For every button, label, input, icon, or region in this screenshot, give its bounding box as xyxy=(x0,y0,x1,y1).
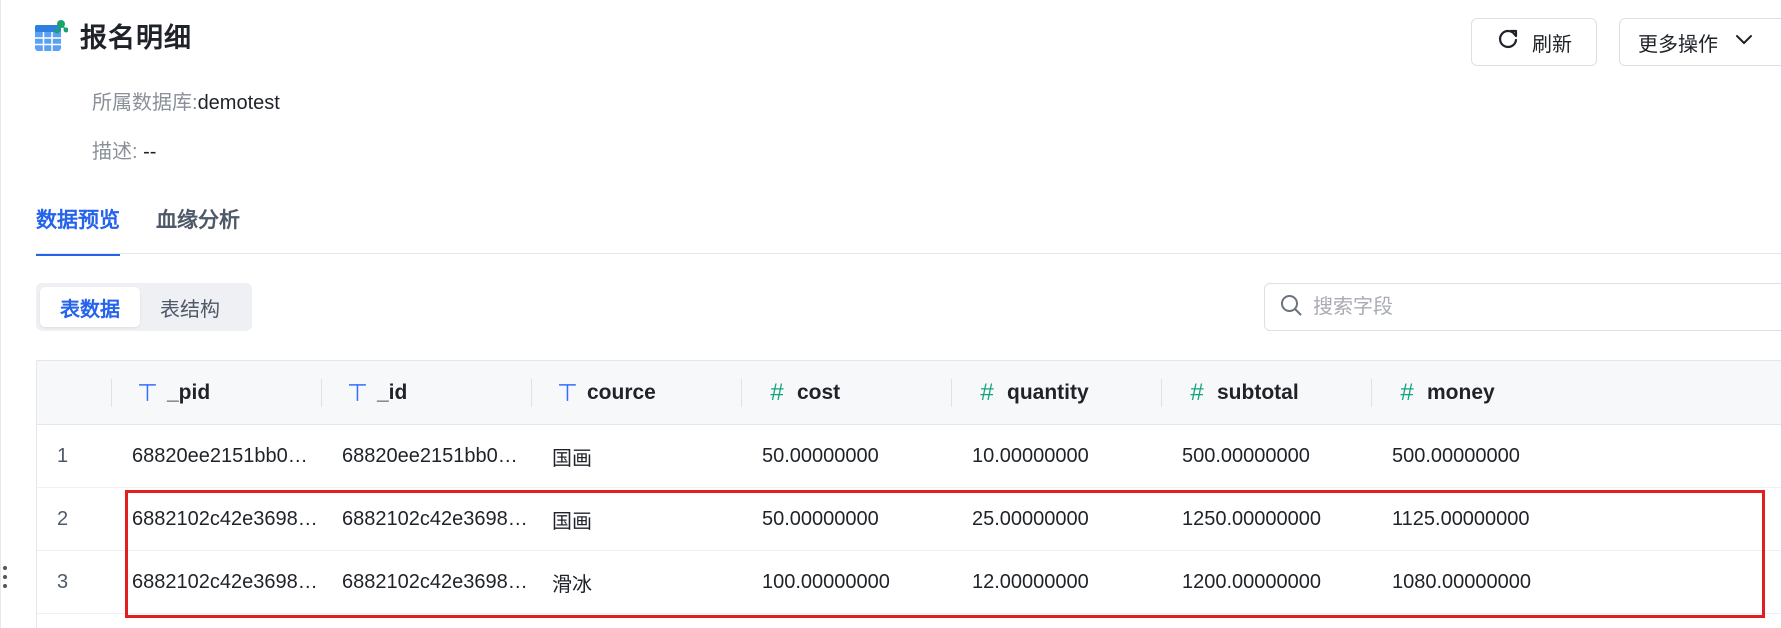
column-name: money xyxy=(1427,381,1495,404)
column-name: cost xyxy=(797,381,841,404)
database-label: 所属数据库: xyxy=(92,92,198,114)
number-type-icon: # xyxy=(770,379,784,406)
column-name: _id xyxy=(377,381,408,404)
page-header: 报名明细 xyxy=(34,16,192,55)
description-info: 描述: -- xyxy=(92,135,156,164)
cell-money: 500.00000000 xyxy=(1392,445,1520,467)
column-header-cource[interactable]: ⊤ cource xyxy=(531,361,741,425)
column-header-cost[interactable]: # cost xyxy=(741,361,951,425)
segment-table-structure[interactable]: 表结构 xyxy=(140,287,240,327)
cell-id: 68820ee2151bb0… xyxy=(342,445,518,467)
search-icon xyxy=(1279,293,1303,322)
table-row: 1 68820ee2151bb0… 68820ee2151bb0… 国画 50.… xyxy=(37,425,1781,488)
column-name: cource xyxy=(587,381,656,404)
cell-cost: 50.00000000 xyxy=(762,445,879,467)
cell-quantity: 10.00000000 xyxy=(972,445,1089,467)
segment-table-data[interactable]: 表数据 xyxy=(40,287,140,327)
refresh-icon xyxy=(1496,27,1520,57)
cell-pid: 68820ee2151bb0… xyxy=(132,445,308,467)
view-tabs: 数据预览 血缘分析 xyxy=(36,204,240,256)
search-input[interactable] xyxy=(1313,295,1733,319)
tab-lineage-analysis[interactable]: 血缘分析 xyxy=(156,204,240,252)
database-value: demotest xyxy=(197,92,280,114)
column-header-pid[interactable]: ⊤ _pid xyxy=(111,361,321,425)
text-type-icon: ⊤ xyxy=(347,379,368,407)
column-name: quantity xyxy=(1007,381,1089,404)
tabs-divider xyxy=(36,253,1781,254)
refresh-button[interactable]: 刷新 xyxy=(1471,18,1597,66)
data-view-switch: 表数据 表结构 xyxy=(36,283,252,331)
row-index: 3 xyxy=(57,571,69,593)
description-value: -- xyxy=(137,141,157,163)
page-title: 报名明细 xyxy=(80,23,192,53)
column-header-money[interactable]: # money xyxy=(1371,361,1581,425)
column-header-subtotal[interactable]: # subtotal xyxy=(1161,361,1371,425)
refresh-label: 刷新 xyxy=(1532,33,1572,56)
text-type-icon: ⊤ xyxy=(137,379,158,407)
more-actions-label: 更多操作 xyxy=(1638,33,1718,56)
cell-cource: 国画 xyxy=(552,448,592,470)
column-name: subtotal xyxy=(1217,381,1299,404)
left-border xyxy=(0,0,1,628)
tab-data-preview[interactable]: 数据预览 xyxy=(36,204,120,256)
table-header: ⊤ _pid ⊤ _id ⊤ cource # cost # quantity # subt… xyxy=(37,361,1781,425)
number-type-icon: # xyxy=(1400,379,1414,406)
column-header-quantity[interactable]: # quantity xyxy=(951,361,1161,425)
chevron-down-icon xyxy=(1734,29,1754,55)
field-search-box[interactable] xyxy=(1264,283,1781,331)
resize-handle-icon[interactable] xyxy=(3,566,9,592)
table-app-icon xyxy=(34,19,69,53)
column-name: _pid xyxy=(167,381,211,404)
number-type-icon: # xyxy=(980,379,994,406)
text-type-icon: ⊤ xyxy=(557,379,578,407)
column-header-id[interactable]: ⊤ _id xyxy=(321,361,531,425)
highlight-box xyxy=(125,490,1765,618)
database-info: 所属数据库:demotest xyxy=(92,86,280,115)
row-index: 1 xyxy=(57,445,69,467)
row-index: 2 xyxy=(57,508,69,530)
number-type-icon: # xyxy=(1190,379,1204,406)
cell-subtotal: 500.00000000 xyxy=(1182,445,1310,467)
more-actions-dropdown[interactable]: 更多操作 xyxy=(1619,18,1781,66)
description-label: 描述: xyxy=(92,141,138,163)
